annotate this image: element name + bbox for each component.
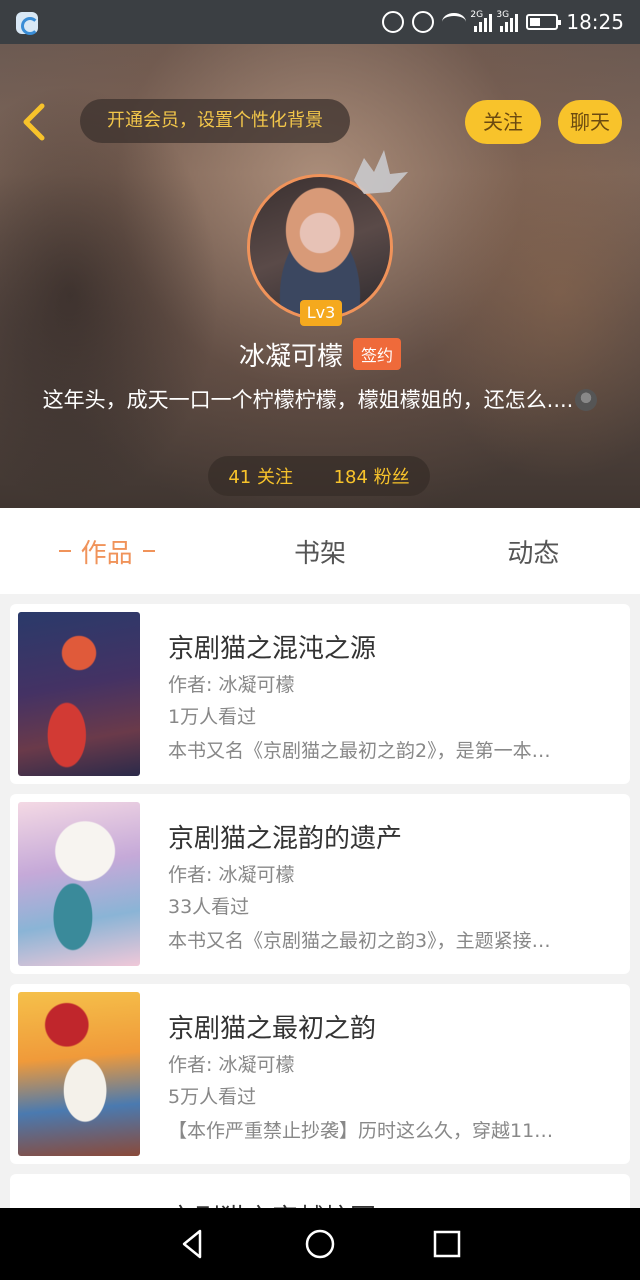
back-button[interactable]: [16, 100, 52, 144]
book-views: 33人看过: [168, 896, 250, 918]
tab-works[interactable]: 作品: [0, 508, 213, 594]
battery-icon: [526, 14, 562, 30]
book-card[interactable]: 京剧猫之混韵的遗产 作者: 冰凝可檬 33人看过 本书又名《京剧猫之最初之韵3》…: [10, 794, 630, 974]
app-notification-icon: [16, 12, 39, 35]
followers-count[interactable]: 184 粉丝: [334, 463, 410, 489]
smiley-emoji-icon: [575, 389, 598, 411]
book-author: 作者: 冰凝可檬: [168, 674, 295, 696]
following-count[interactable]: 41 关注: [228, 463, 293, 489]
tab-label: 作品: [80, 538, 133, 569]
circle-home-icon: [305, 1229, 335, 1259]
book-views: 1万人看过: [168, 706, 257, 728]
triangle-back-icon: [183, 1229, 202, 1259]
back-nav-button[interactable]: [176, 1227, 210, 1261]
book-views: 5万人看过: [168, 1086, 257, 1108]
book-cover: [18, 992, 140, 1156]
follow-stats: 41 关注 184 粉丝: [208, 456, 430, 496]
chevron-left-icon: [23, 103, 45, 141]
book-description: 本书又名《京剧猫之最初之韵2》，是第一本…: [168, 740, 551, 762]
book-cover: [18, 802, 140, 966]
recents-nav-button[interactable]: [430, 1227, 464, 1261]
signal-3g-icon: 3G: [496, 10, 519, 32]
crown-icon: [354, 150, 408, 194]
book-description: 本书又名《京剧猫之最初之韵3》，主题紧接…: [168, 930, 551, 952]
book-author: 作者: 冰凝可檬: [168, 864, 295, 886]
home-nav-button[interactable]: [303, 1227, 337, 1261]
system-nav-bar: [0, 1208, 640, 1280]
chat-button[interactable]: 聊天: [558, 100, 622, 144]
alarm-icon: [412, 11, 435, 33]
clock: 18:25: [566, 10, 624, 34]
status-icons: 2G 3G 18:25: [382, 0, 624, 44]
square-recents-icon: [433, 1230, 460, 1258]
tab-indicator-right: [142, 550, 155, 552]
level-badge: Lv3: [300, 300, 342, 326]
status-bar: 2G 3G 18:25: [0, 0, 640, 44]
username: 冰凝可檬: [238, 341, 343, 372]
book-description: 【本作严重禁止抄袭】历时这么久，穿越11…: [168, 1120, 554, 1142]
tab-indicator-left: [58, 550, 71, 552]
follow-button[interactable]: 关注: [465, 100, 541, 144]
book-cover: [18, 612, 140, 776]
tab-label: 书架: [293, 538, 346, 569]
data-saver-icon: [382, 11, 405, 33]
user-bio: 这年头，成天一口一个柠檬柠檬，檬姐檬姐的，还怎么....: [40, 386, 600, 414]
contract-badge: 签约: [353, 338, 402, 370]
book-card[interactable]: 京剧猫之混沌之源 作者: 冰凝可檬 1万人看过 本书又名《京剧猫之最初之韵2》，…: [10, 604, 630, 784]
book-card[interactable]: 京剧猫之最初之韵 作者: 冰凝可檬 5万人看过 【本作严重禁止抄袭】历时这么久，…: [10, 984, 630, 1164]
profile-header: 开通会员，设置个性化背景 关注 聊天 Lv3 冰凝可檬 签约 这年头，成天一口一…: [0, 44, 640, 508]
profile-tabs: 作品 书架 动态: [0, 508, 640, 594]
tab-activity[interactable]: 动态: [427, 508, 640, 594]
tab-label: 动态: [507, 538, 560, 569]
book-title: 京剧猫之混沌之源: [168, 634, 377, 664]
signal-2g-icon: 2G: [470, 10, 493, 32]
bio-text: 这年头，成天一口一个柠檬柠檬，檬姐檬姐的，还怎么....: [42, 388, 574, 412]
book-title: 京剧猫之最初之韵: [168, 1014, 377, 1044]
tab-bookshelf[interactable]: 书架: [213, 508, 426, 594]
vip-background-banner[interactable]: 开通会员，设置个性化背景: [80, 99, 350, 143]
wifi-icon: [442, 13, 467, 31]
book-title: 京剧猫之混韵的遗产: [168, 824, 403, 854]
username-row: 冰凝可檬 签约: [0, 334, 640, 374]
book-author: 作者: 冰凝可檬: [168, 1054, 295, 1076]
